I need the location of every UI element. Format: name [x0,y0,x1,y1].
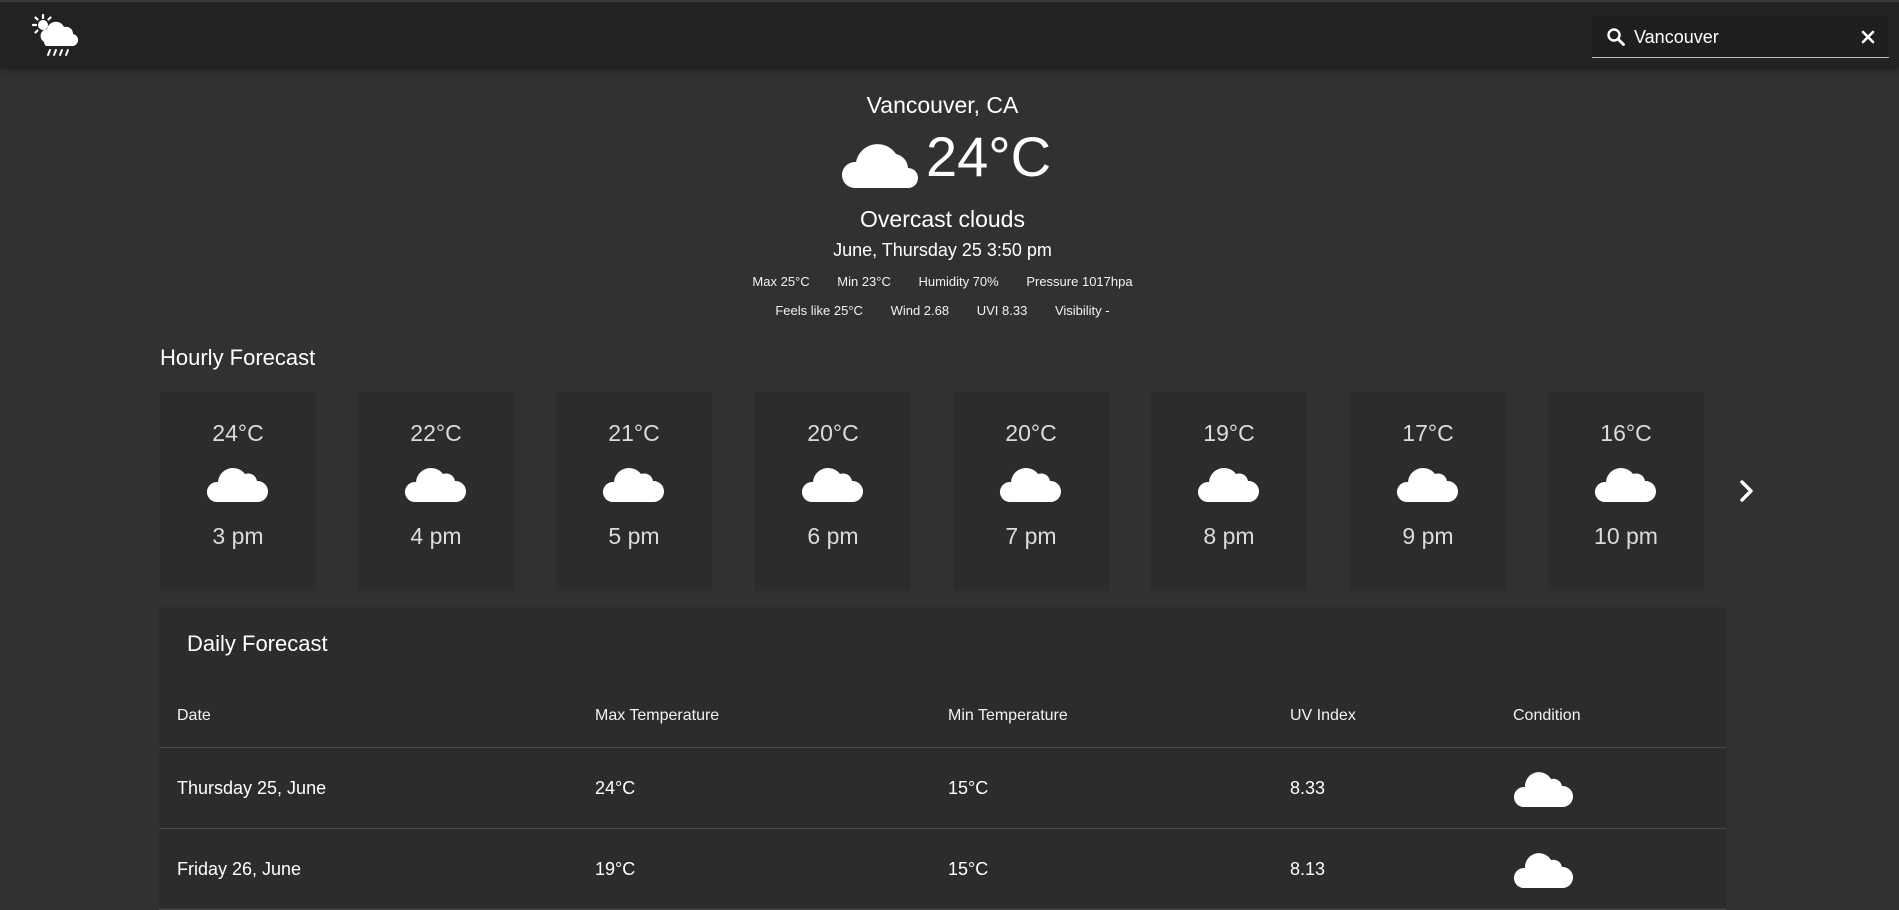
table-row: Thursday 25, June 24°C 15°C 8.33 [159,747,1726,829]
daily-forecast-table: Date Max Temperature Min Temperature UV … [159,685,1726,910]
cloud-icon [841,144,918,188]
cell-max-temperature: 24°C [577,747,930,829]
table-row: Friday 26, June 19°C 15°C 8.13 [159,828,1726,910]
hourly-card[interactable]: 22°C 4 pm [358,392,514,591]
table-header-row: Date Max Temperature Min Temperature UV … [159,685,1726,748]
hourly-card[interactable]: 20°C 7 pm [953,392,1109,591]
hourly-forecast-title: Hourly Forecast [160,345,316,370]
column-header-min-temperature: Min Temperature [930,685,1272,748]
stat-max: Max 25°C [752,274,810,289]
hourly-time: 5 pm [608,523,660,549]
hourly-card[interactable]: 21°C 5 pm [556,392,712,591]
stat-min: Min 23°C [837,274,891,289]
stat-feels-like: Feels like 25°C [775,303,863,318]
column-header-max-temperature: Max Temperature [577,685,930,748]
stat-wind: Wind 2.68 [890,303,950,318]
hourly-temperature: 21°C [608,420,660,446]
cell-condition [1495,828,1726,910]
search-box[interactable] [1592,15,1889,58]
hourly-time: 9 pm [1402,523,1454,549]
hourly-temperature: 20°C [807,420,859,446]
city-name: Vancouver, CA [866,92,1019,118]
cell-date: Friday 26, June [159,828,577,910]
daily-forecast-panel: Daily Forecast Date Max Temperature Min … [159,607,1726,910]
hourly-card[interactable]: 19°C 8 pm [1151,392,1307,591]
hourly-temperature: 20°C [1005,420,1057,446]
hourly-temperature: 19°C [1203,420,1255,446]
hourly-card[interactable]: 20°C 6 pm [755,392,911,591]
hourly-temperature: 22°C [410,420,462,446]
sun-cloud-rain-icon[interactable] [30,14,80,58]
hourly-card[interactable]: 17°C 9 pm [1350,392,1506,591]
cell-min-temperature: 15°C [930,828,1272,910]
stat-humidity: Humidity 70% [918,274,999,289]
cloud-icon [603,468,664,502]
cloud-icon [207,468,268,502]
cloud-icon [1514,772,1573,807]
current-temperature-row: 24°C [838,125,1058,200]
hourly-card[interactable]: 16°C 10 pm [1548,392,1704,591]
cloud-icon [405,468,466,502]
cloud-icon [1397,468,1458,502]
hourly-time: 7 pm [1005,523,1057,549]
hourly-temperature: 16°C [1600,420,1652,446]
hourly-card[interactable]: 24°C 3 pm [160,392,316,591]
search-icon [1607,28,1625,46]
stat-uvi: UVI 8.33 [976,303,1028,318]
cell-max-temperature: 19°C [577,828,930,910]
hourly-temperature: 17°C [1402,420,1454,446]
cloud-icon [1000,468,1061,502]
cloud-icon [1595,468,1656,502]
chevron-right-icon[interactable] [1736,478,1758,504]
current-temperature: 24°C [926,125,1052,188]
cloud-icon [802,468,863,502]
cell-uv-index: 8.13 [1272,828,1495,910]
search-input[interactable] [1632,23,1846,51]
weather-stats-row-2: Feels like 25°C Wind 2.68 UVI 8.33 Visib… [0,303,1885,318]
top-bar [0,0,1899,68]
current-datetime: June, Thursday 25 3:50 pm [833,240,1052,260]
column-header-condition: Condition [1495,685,1726,748]
weather-description: Overcast clouds [860,206,1025,232]
hourly-time: 10 pm [1594,523,1658,549]
cloud-icon [1198,468,1259,502]
close-icon[interactable] [1859,28,1877,46]
column-header-uv-index: UV Index [1272,685,1495,748]
cell-date: Thursday 25, June [159,747,577,829]
cell-min-temperature: 15°C [930,747,1272,829]
stat-pressure: Pressure 1017hpa [1026,274,1133,289]
hourly-time: 6 pm [807,523,859,549]
hourly-time: 8 pm [1203,523,1255,549]
cell-uv-index: 8.33 [1272,747,1495,829]
hourly-time: 3 pm [212,523,264,549]
daily-forecast-title: Daily Forecast [187,631,328,656]
column-header-date: Date [159,685,577,748]
cell-condition [1495,747,1726,829]
cloud-icon [1514,853,1573,888]
hourly-temperature: 24°C [212,420,264,446]
weather-stats-row-1: Max 25°C Min 23°C Humidity 70% Pressure … [0,274,1885,289]
stat-visibility: Visibility - [1054,303,1110,318]
hourly-time: 4 pm [410,523,462,549]
